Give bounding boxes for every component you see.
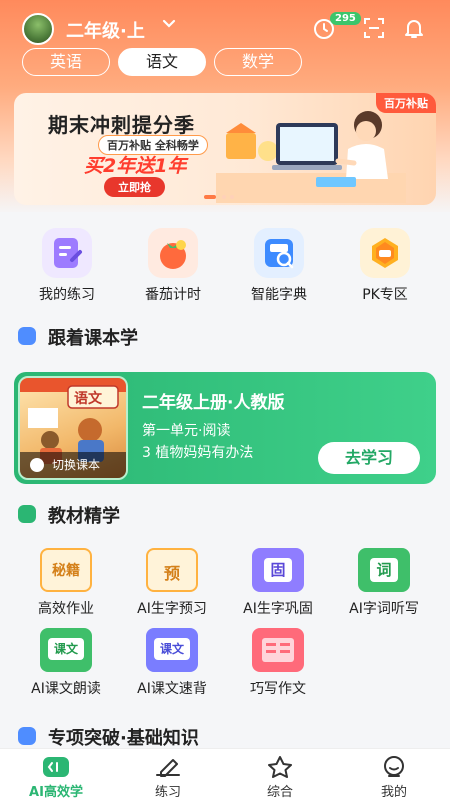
- tool-ai-char-consolidate[interactable]: 固 AI生字巩固: [222, 548, 334, 618]
- go-study-button[interactable]: 去学习: [318, 442, 420, 474]
- nav-label: AI高效学: [29, 785, 83, 800]
- quick-actions: 我的练习 番茄计时 智能字典 PK专区: [0, 228, 450, 308]
- tab-chinese[interactable]: 语文: [118, 48, 206, 76]
- nav-profile[interactable]: 我的: [338, 749, 450, 800]
- quick-action-tomato-timer[interactable]: 番茄计时: [120, 228, 226, 304]
- nav-label: 综合: [266, 785, 293, 800]
- book-lesson: 3 植物妈妈有办法: [142, 445, 254, 461]
- cover-title: 语文: [74, 391, 102, 407]
- switch-label: 切换课本: [52, 458, 101, 472]
- section-title: 专项突破·基础知识: [48, 728, 199, 749]
- textbook-cover[interactable]: 语文 切换课本: [18, 376, 128, 480]
- tool-ai-dictation[interactable]: 词 AI字词听写: [328, 548, 440, 618]
- quick-action-label: 番茄计时: [145, 287, 201, 303]
- practice-pen-icon: [153, 755, 183, 779]
- header: 二年级·上 295: [0, 8, 450, 48]
- tool-label: AI生字预习: [137, 601, 207, 617]
- icon-glyph: 课文: [154, 638, 190, 660]
- icon-glyph: 课文: [48, 638, 84, 660]
- read-aloud-icon: 课文: [40, 628, 92, 672]
- switch-icon: [30, 458, 44, 472]
- secret-book-icon: 秘籍: [40, 548, 92, 592]
- coin-badge: 295: [330, 12, 361, 25]
- icon-glyph: 预: [163, 564, 180, 583]
- nav-label: 练习: [154, 785, 181, 800]
- pk-icon: [360, 228, 410, 278]
- dictation-icon: 词: [358, 548, 410, 592]
- book-icon: [18, 505, 36, 523]
- section-title: 跟着课本学: [48, 328, 138, 349]
- quick-action-pk[interactable]: PK专区: [332, 228, 438, 304]
- practice-icon: [42, 228, 92, 278]
- tool-ai-char-preview[interactable]: 预 AI生字预习: [116, 548, 228, 618]
- tool-homework[interactable]: 秘籍 高效作业: [10, 548, 122, 618]
- tool-label: 巧写作文: [250, 681, 306, 697]
- icon-glyph: 固: [264, 558, 292, 582]
- tab-math[interactable]: 数学: [214, 48, 302, 76]
- nav-label: 我的: [380, 785, 407, 800]
- promo-banner[interactable]: 百万补贴 期末冲刺提分季 百万补贴 全科畅学 买2年送1年 立即抢: [14, 93, 436, 205]
- tool-ai-recite[interactable]: 课文 AI课文速背: [116, 628, 228, 698]
- chevron-down-icon[interactable]: [162, 17, 176, 35]
- quick-action-label: PK专区: [362, 287, 408, 303]
- star-icon: [265, 755, 295, 779]
- banner-page-dots: [204, 195, 234, 199]
- tool-label: AI生字巩固: [243, 601, 313, 617]
- nav-ai-study[interactable]: AI高效学: [0, 749, 112, 800]
- book-icon: [18, 727, 36, 745]
- recite-icon: 课文: [146, 628, 198, 672]
- bottom-nav: AI高效学 练习 综合 我的: [0, 748, 450, 800]
- tool-label: 高效作业: [38, 601, 94, 617]
- quick-action-label: 我的练习: [39, 287, 95, 303]
- grade-selector[interactable]: 二年级·上: [66, 17, 145, 43]
- icon-glyph: 秘籍: [52, 563, 80, 579]
- tool-label: AI课文朗读: [31, 681, 101, 697]
- tomato-timer-icon: [148, 228, 198, 278]
- avatar[interactable]: [22, 13, 54, 45]
- icon-glyph: 词: [370, 558, 398, 582]
- nav-general[interactable]: 综合: [224, 749, 336, 800]
- textbook-card[interactable]: 语文 切换课本 二年级上册·人教版 第一单元·阅读 3 植物妈妈有办法 去学习: [14, 372, 436, 484]
- quick-action-dictionary[interactable]: 智能字典: [226, 228, 332, 304]
- ai-study-icon: [41, 755, 71, 779]
- banner-promo: 买2年送1年: [84, 155, 187, 177]
- consolidate-icon: 固: [252, 548, 304, 592]
- quick-action-label: 智能字典: [251, 287, 307, 303]
- banner-grab-button[interactable]: 立即抢: [104, 177, 165, 197]
- banner-title: 期末冲刺提分季: [48, 113, 195, 137]
- tool-ai-read-aloud[interactable]: 课文 AI课文朗读: [10, 628, 122, 698]
- nav-practice[interactable]: 练习: [112, 749, 224, 800]
- section-title: 教材精学: [48, 506, 120, 527]
- preview-icon: 预: [146, 548, 198, 592]
- book-unit: 第一单元·阅读: [142, 423, 231, 439]
- book-title: 二年级上册·人教版: [142, 393, 285, 413]
- profile-icon: [379, 755, 409, 779]
- tool-label: AI课文速背: [137, 681, 207, 697]
- tab-english[interactable]: 英语: [22, 48, 110, 76]
- dictionary-icon: [254, 228, 304, 278]
- book-icon: [18, 327, 36, 345]
- tool-composition[interactable]: 巧写作文: [222, 628, 334, 698]
- composition-icon: [252, 628, 304, 672]
- quick-action-practice[interactable]: 我的练习: [14, 228, 120, 304]
- bell-icon[interactable]: [402, 16, 426, 40]
- scan-icon[interactable]: [362, 16, 386, 40]
- banner-illustration: [216, 111, 406, 203]
- switch-textbook-button[interactable]: 切换课本: [20, 452, 126, 478]
- tool-label: AI字词听写: [349, 601, 419, 617]
